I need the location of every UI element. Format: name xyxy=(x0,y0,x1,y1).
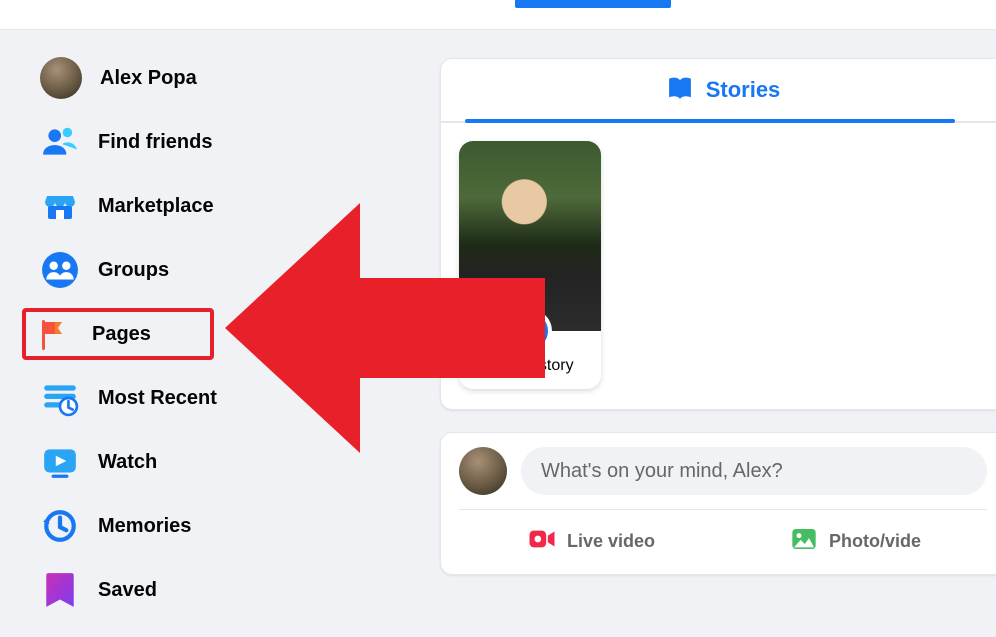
sidebar-item-label: Find friends xyxy=(98,131,212,154)
stories-tab-underline xyxy=(465,119,955,123)
story-photo: + xyxy=(459,141,601,331)
marketplace-icon xyxy=(40,186,80,226)
composer-placeholder: What's on your mind, Alex? xyxy=(541,460,783,483)
saved-bookmark-icon xyxy=(40,570,80,610)
create-story-tile[interactable]: + Create story xyxy=(459,141,601,389)
stories-tab[interactable]: Stories xyxy=(441,59,996,123)
content-row: Alex Popa Find friends Marketplace Group… xyxy=(0,30,996,637)
stories-card: Stories + Create story xyxy=(440,58,996,410)
sidebar-item-label: Watch xyxy=(98,451,157,474)
stories-tab-title: Stories xyxy=(706,77,781,103)
sidebar-item-label: Groups xyxy=(98,259,169,282)
watch-icon xyxy=(40,442,80,482)
sidebar-item-most-recent[interactable]: Most Recent xyxy=(30,372,428,424)
app-root: Alex Popa Find friends Marketplace Group… xyxy=(0,0,996,637)
photo-video-button[interactable]: Photo/vide xyxy=(723,518,987,564)
composer-input[interactable]: What's on your mind, Alex? xyxy=(521,447,987,495)
live-video-icon xyxy=(527,524,557,559)
stories-book-icon xyxy=(666,74,694,107)
left-sidebar: Alex Popa Find friends Marketplace Group… xyxy=(0,30,440,637)
sidebar-item-label: Memories xyxy=(98,515,191,538)
sidebar-item-pages[interactable]: Pages xyxy=(22,308,214,360)
plus-icon: + xyxy=(508,309,552,353)
sidebar-item-label: Pages xyxy=(92,323,151,346)
profile-avatar xyxy=(40,57,82,99)
stories-body: + Create story xyxy=(441,123,996,409)
main-feed: Stories + Create story What's xyxy=(440,30,996,637)
action-label: Live video xyxy=(567,531,655,552)
most-recent-icon xyxy=(40,378,80,418)
memories-icon xyxy=(40,506,80,546)
sidebar-item-label: Saved xyxy=(98,579,157,602)
pages-flag-icon xyxy=(34,314,74,354)
friends-icon xyxy=(40,122,80,162)
sidebar-item-label: Most Recent xyxy=(98,387,217,410)
sidebar-item-memories[interactable]: Memories xyxy=(30,500,428,552)
live-video-button[interactable]: Live video xyxy=(459,518,723,564)
composer-actions: Live video Photo/vide xyxy=(459,510,987,574)
action-label: Photo/vide xyxy=(829,531,921,552)
sidebar-item-profile[interactable]: Alex Popa xyxy=(30,52,428,104)
sidebar-item-find-friends[interactable]: Find friends xyxy=(30,116,428,168)
sidebar-item-label: Marketplace xyxy=(98,195,214,218)
composer-avatar[interactable] xyxy=(459,447,507,495)
sidebar-item-watch[interactable]: Watch xyxy=(30,436,428,488)
sidebar-item-marketplace[interactable]: Marketplace xyxy=(30,180,428,232)
sidebar-item-label: Alex Popa xyxy=(100,67,197,90)
composer-card: What's on your mind, Alex? Live video xyxy=(440,432,996,575)
topnav-active-indicator xyxy=(515,0,671,8)
top-bar xyxy=(0,0,996,30)
composer-top: What's on your mind, Alex? xyxy=(459,447,987,510)
photo-video-icon xyxy=(789,524,819,559)
sidebar-item-saved[interactable]: Saved xyxy=(30,564,428,616)
groups-icon xyxy=(40,250,80,290)
sidebar-item-groups[interactable]: Groups xyxy=(30,244,428,296)
